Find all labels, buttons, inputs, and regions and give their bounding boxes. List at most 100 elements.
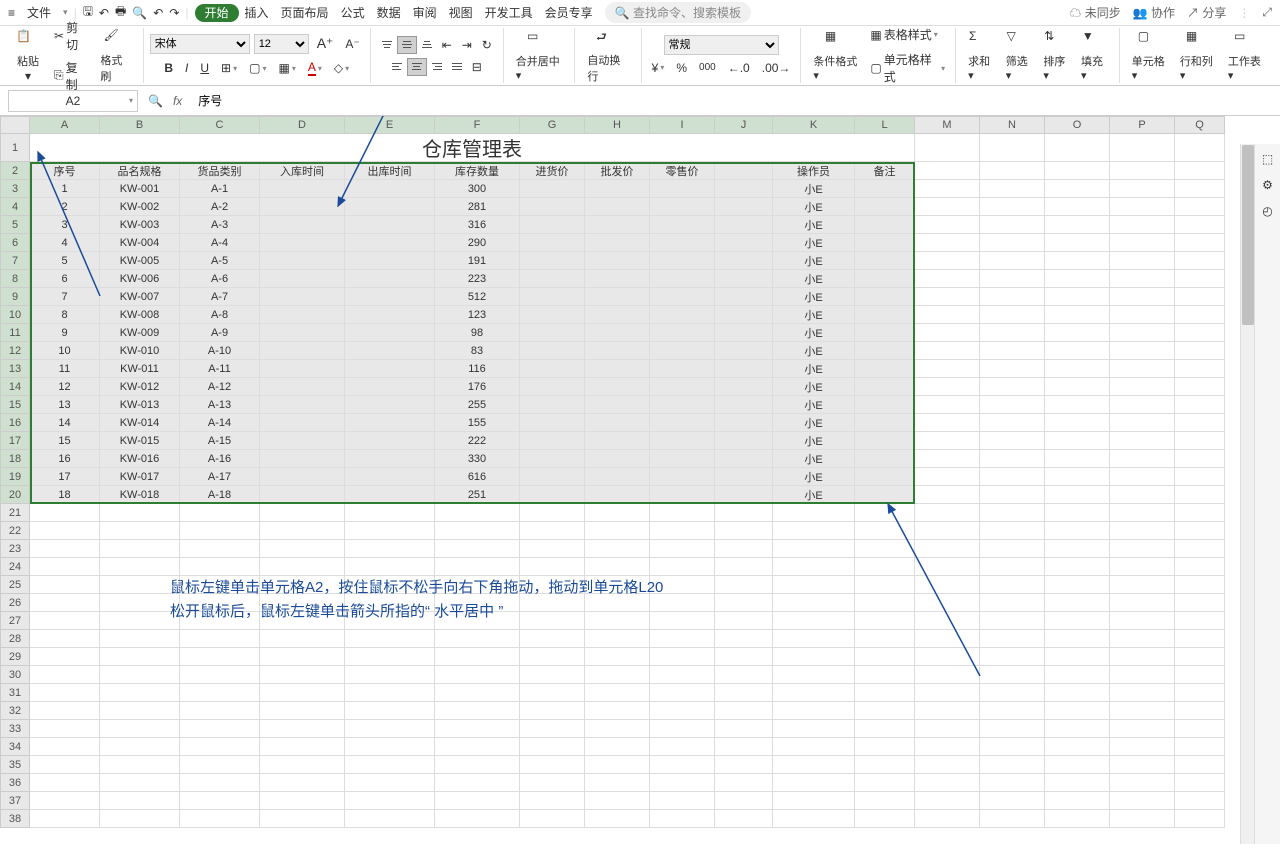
data-cell[interactable] [520, 198, 585, 216]
data-cell[interactable] [1045, 432, 1110, 450]
cell[interactable] [1045, 720, 1110, 738]
data-cell[interactable] [1110, 360, 1175, 378]
data-cell[interactable]: A-2 [180, 198, 260, 216]
data-cell[interactable]: KW-005 [100, 252, 180, 270]
data-cell[interactable]: A-14 [180, 414, 260, 432]
data-cell[interactable] [1175, 378, 1225, 396]
cell[interactable] [1110, 558, 1175, 576]
cell[interactable] [855, 774, 915, 792]
data-cell[interactable] [1045, 252, 1110, 270]
header-cell[interactable]: 入库时间 [260, 162, 345, 180]
cell[interactable] [585, 792, 650, 810]
col-header-O[interactable]: O [1045, 116, 1110, 134]
data-cell[interactable]: 15 [30, 432, 100, 450]
cell[interactable] [773, 810, 855, 828]
data-cell[interactable]: 小E [773, 450, 855, 468]
cell[interactable] [30, 792, 100, 810]
align-right-button[interactable] [427, 58, 447, 76]
data-cell[interactable] [585, 180, 650, 198]
cell[interactable] [345, 792, 435, 810]
data-cell[interactable] [915, 252, 980, 270]
cell[interactable] [915, 756, 980, 774]
cell[interactable] [180, 720, 260, 738]
cell[interactable] [520, 702, 585, 720]
data-cell[interactable]: 10 [30, 342, 100, 360]
data-cell[interactable] [1110, 486, 1175, 504]
data-cell[interactable]: A-17 [180, 468, 260, 486]
data-cell[interactable]: KW-014 [100, 414, 180, 432]
data-cell[interactable] [1045, 414, 1110, 432]
cell[interactable] [915, 774, 980, 792]
cell[interactable] [585, 720, 650, 738]
data-cell[interactable] [715, 216, 773, 234]
cell[interactable] [30, 756, 100, 774]
cell[interactable] [773, 630, 855, 648]
font-color-button[interactable]: A▾ [304, 58, 326, 78]
cell[interactable] [650, 666, 715, 684]
cell[interactable] [773, 594, 855, 612]
data-cell[interactable] [980, 234, 1045, 252]
decrease-decimal-button[interactable]: .00→ [758, 59, 795, 77]
data-cell[interactable] [260, 378, 345, 396]
cell[interactable] [715, 720, 773, 738]
data-cell[interactable] [1110, 324, 1175, 342]
data-cell[interactable] [345, 288, 435, 306]
cell[interactable] [1110, 594, 1175, 612]
cell[interactable] [435, 738, 520, 756]
data-cell[interactable] [855, 360, 915, 378]
cell[interactable] [100, 738, 180, 756]
data-cell[interactable] [1045, 360, 1110, 378]
cell[interactable] [345, 720, 435, 738]
data-cell[interactable] [715, 306, 773, 324]
col-header-F[interactable]: F [435, 116, 520, 134]
cell[interactable] [650, 540, 715, 558]
row-header-31[interactable]: 31 [0, 684, 30, 702]
cell[interactable] [1110, 756, 1175, 774]
data-cell[interactable] [345, 468, 435, 486]
data-cell[interactable] [715, 252, 773, 270]
data-cell[interactable] [715, 234, 773, 252]
data-cell[interactable] [715, 342, 773, 360]
cell[interactable] [773, 792, 855, 810]
underline-button[interactable]: U [196, 59, 213, 77]
data-cell[interactable] [585, 288, 650, 306]
data-cell[interactable]: 小E [773, 252, 855, 270]
search-box[interactable]: 🔍 查找命令、搜索模板 [605, 2, 751, 23]
data-cell[interactable] [260, 270, 345, 288]
cell[interactable] [585, 684, 650, 702]
cell[interactable] [650, 774, 715, 792]
cell[interactable] [1045, 594, 1110, 612]
row-header-2[interactable]: 2 [0, 162, 30, 180]
data-cell[interactable] [520, 180, 585, 198]
data-cell[interactable] [260, 450, 345, 468]
data-cell[interactable] [520, 468, 585, 486]
cell[interactable] [180, 756, 260, 774]
data-cell[interactable]: KW-016 [100, 450, 180, 468]
data-cell[interactable] [585, 432, 650, 450]
data-cell[interactable] [1175, 432, 1225, 450]
number-format-select[interactable]: 常规 [664, 35, 779, 55]
cell[interactable] [855, 540, 915, 558]
lookup-icon[interactable]: 🔍 [148, 94, 163, 108]
header-cell[interactable]: 进货价 [520, 162, 585, 180]
data-cell[interactable] [650, 414, 715, 432]
row-header-23[interactable]: 23 [0, 540, 30, 558]
cell[interactable] [980, 702, 1045, 720]
data-cell[interactable] [1110, 198, 1175, 216]
row-header-30[interactable]: 30 [0, 666, 30, 684]
col-header-Q[interactable]: Q [1175, 116, 1225, 134]
cell[interactable] [180, 684, 260, 702]
data-cell[interactable] [980, 306, 1045, 324]
row-header-20[interactable]: 20 [0, 486, 30, 504]
increase-indent-button[interactable]: ⇥ [457, 36, 477, 54]
cell[interactable] [1175, 648, 1225, 666]
data-cell[interactable] [1110, 234, 1175, 252]
row-header-35[interactable]: 35 [0, 756, 30, 774]
data-cell[interactable] [520, 360, 585, 378]
data-cell[interactable] [915, 342, 980, 360]
cell[interactable] [1110, 684, 1175, 702]
data-cell[interactable] [1110, 468, 1175, 486]
data-cell[interactable] [980, 360, 1045, 378]
data-cell[interactable]: A-4 [180, 234, 260, 252]
col-header-H[interactable]: H [585, 116, 650, 134]
